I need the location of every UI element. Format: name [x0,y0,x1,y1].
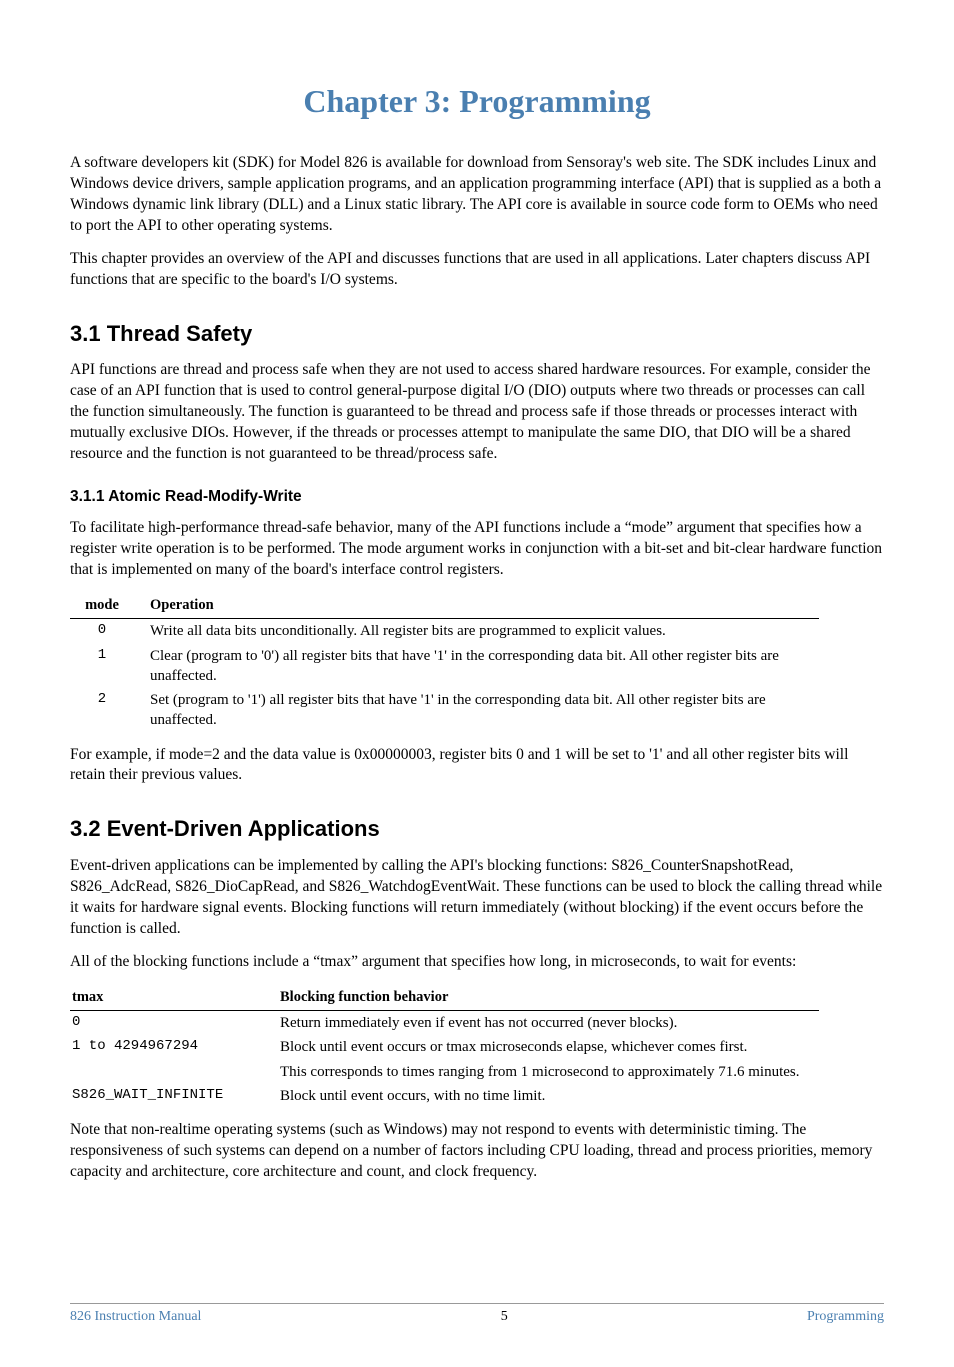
tmax-table-header-behavior: Blocking function behavior [278,985,819,1011]
section-3-2-paragraph-2: All of the blocking functions include a … [70,952,884,973]
subsection-3-1-1-paragraph-2: For example, if mode=2 and the data valu… [70,745,884,787]
tmax-cell: S826_WAIT_INFINITE [70,1084,278,1108]
mode-cell: 2 [70,688,148,733]
behavior-cell: This corresponds to times ranging from 1… [278,1060,819,1084]
page-footer: 826 Instruction Manual 5 Programming [70,1303,884,1327]
intro-paragraph-2: This chapter provides an overview of the… [70,249,884,291]
section-heading-3-1: 3.1 Thread Safety [70,319,884,349]
mode-table: mode Operation 0 Write all data bits unc… [70,593,819,733]
table-row: This corresponds to times ranging from 1… [70,1060,819,1084]
table-row: 1 to 4294967294 Block until event occurs… [70,1035,819,1059]
operation-cell: Write all data bits unconditionally. All… [148,619,819,644]
mode-cell: 0 [70,619,148,644]
table-row: 2 Set (program to '1') all register bits… [70,688,819,733]
chapter-title: Chapter 3: Programming [70,80,884,123]
subsection-3-1-1-paragraph-1: To facilitate high-performance thread-sa… [70,518,884,581]
footer-left: 826 Instruction Manual [70,1308,201,1327]
tmax-table-header-tmax: tmax [70,985,278,1011]
mode-table-header-operation: Operation [148,593,819,619]
tmax-table: tmax Blocking function behavior 0 Return… [70,985,819,1109]
tmax-cell: 0 [70,1011,278,1036]
mode-table-header-mode: mode [70,593,148,619]
tmax-cell [70,1060,278,1084]
footer-right: Programming [807,1308,884,1327]
subsection-heading-3-1-1: 3.1.1 Atomic Read-Modify-Write [70,487,884,508]
section-3-1-paragraph: API functions are thread and process saf… [70,360,884,465]
section-heading-3-2: 3.2 Event-Driven Applications [70,814,884,844]
mode-cell: 1 [70,644,148,689]
section-3-2-paragraph-3: Note that non-realtime operating systems… [70,1120,884,1183]
footer-page-number: 5 [501,1308,508,1327]
table-row: 0 Write all data bits unconditionally. A… [70,619,819,644]
operation-cell: Set (program to '1') all register bits t… [148,688,819,733]
behavior-cell: Block until event occurs or tmax microse… [278,1035,819,1059]
operation-cell: Clear (program to '0') all register bits… [148,644,819,689]
behavior-cell: Return immediately even if event has not… [278,1011,819,1036]
table-row: 1 Clear (program to '0') all register bi… [70,644,819,689]
table-row: S826_WAIT_INFINITE Block until event occ… [70,1084,819,1108]
intro-paragraph-1: A software developers kit (SDK) for Mode… [70,153,884,237]
behavior-cell: Block until event occurs, with no time l… [278,1084,819,1108]
table-row: 0 Return immediately even if event has n… [70,1011,819,1036]
tmax-cell: 1 to 4294967294 [70,1035,278,1059]
section-3-2-paragraph-1: Event-driven applications can be impleme… [70,856,884,940]
